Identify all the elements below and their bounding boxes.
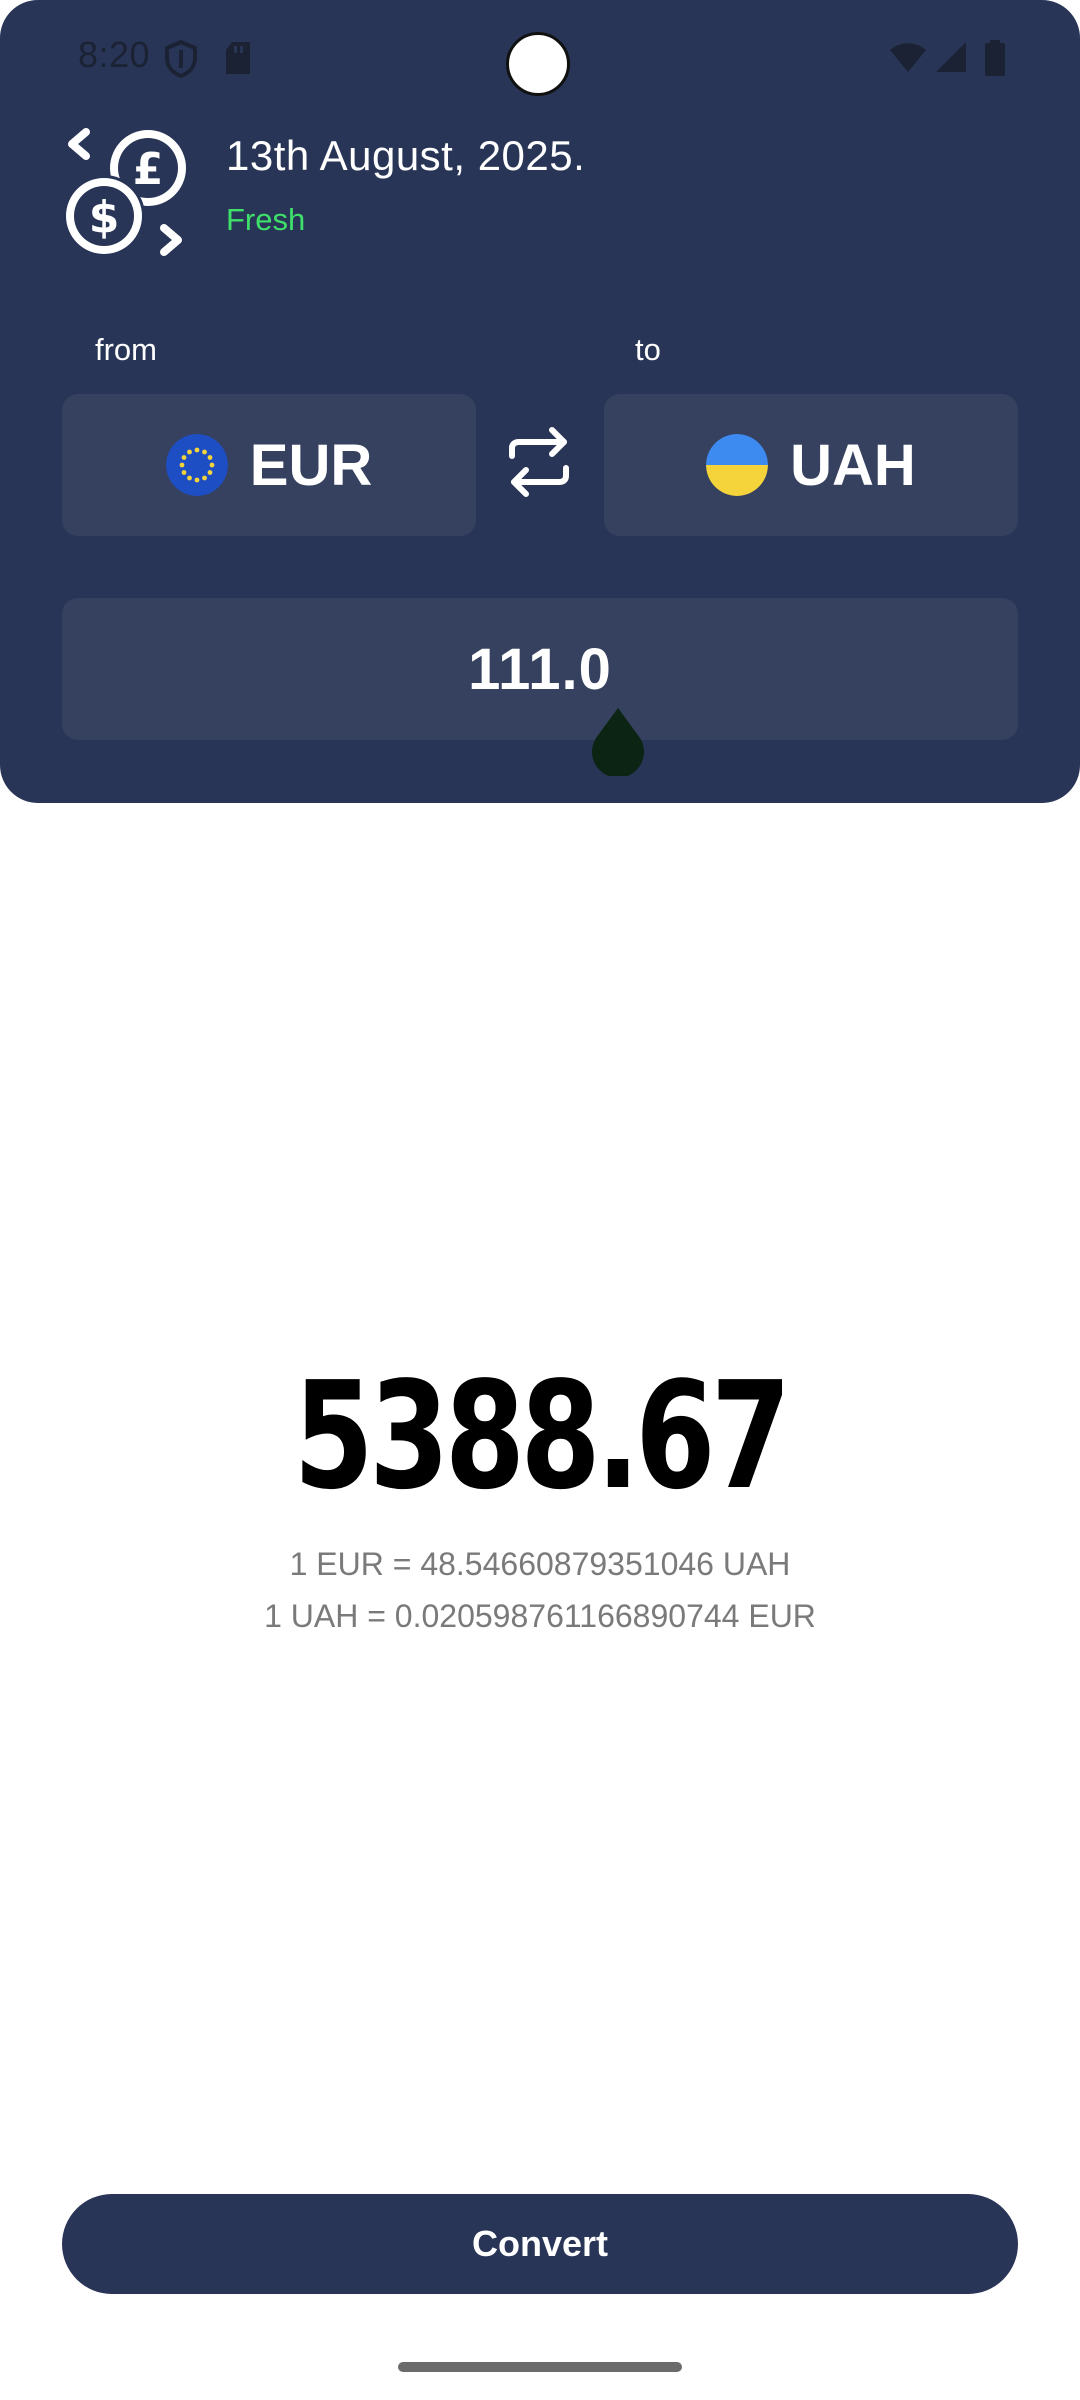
rate-date: 13th August, 2025. (226, 132, 586, 179)
from-label: from (95, 332, 157, 367)
forward-rate: 1 EUR = 48.54660879351046 UAH (289, 1546, 791, 1582)
signal-icon (936, 42, 966, 72)
from-currency-code: EUR (249, 432, 373, 498)
svg-text:$: $ (89, 192, 120, 243)
currency-exchange-icon: £ $ (63, 128, 186, 257)
status-time: 8:20 (78, 34, 151, 75)
svg-text:£: £ (133, 144, 164, 195)
backward-rate: 1 UAH = 0.020598761166890744 EUR (264, 1598, 816, 1634)
home-indicator[interactable] (398, 2362, 682, 2372)
shield-icon (165, 40, 197, 78)
front-camera (506, 32, 570, 96)
amount-value: 111.0 (468, 636, 612, 702)
sd-card-icon (226, 42, 250, 74)
amount-input[interactable]: 111.0 (62, 598, 1018, 740)
from-currency-selector[interactable]: EUR (62, 394, 476, 536)
to-label: to (635, 332, 661, 367)
eu-flag-icon (165, 434, 228, 496)
header-panel: 8:20 £ $ 13th August, 2025. Fresh from t… (0, 0, 1080, 803)
swap-arrows-icon[interactable] (506, 426, 572, 498)
battery-icon (985, 40, 1005, 76)
ukraine-flag-icon (706, 434, 769, 496)
freshness-status: Fresh (226, 202, 306, 237)
convert-button[interactable]: Convert (62, 2194, 1018, 2294)
text-cursor-handle[interactable] (588, 706, 648, 776)
to-currency-code: UAH (790, 432, 916, 498)
wifi-icon (890, 43, 926, 72)
to-currency-selector[interactable]: UAH (604, 394, 1018, 536)
converted-result: 5388.67 (293, 1350, 791, 1522)
